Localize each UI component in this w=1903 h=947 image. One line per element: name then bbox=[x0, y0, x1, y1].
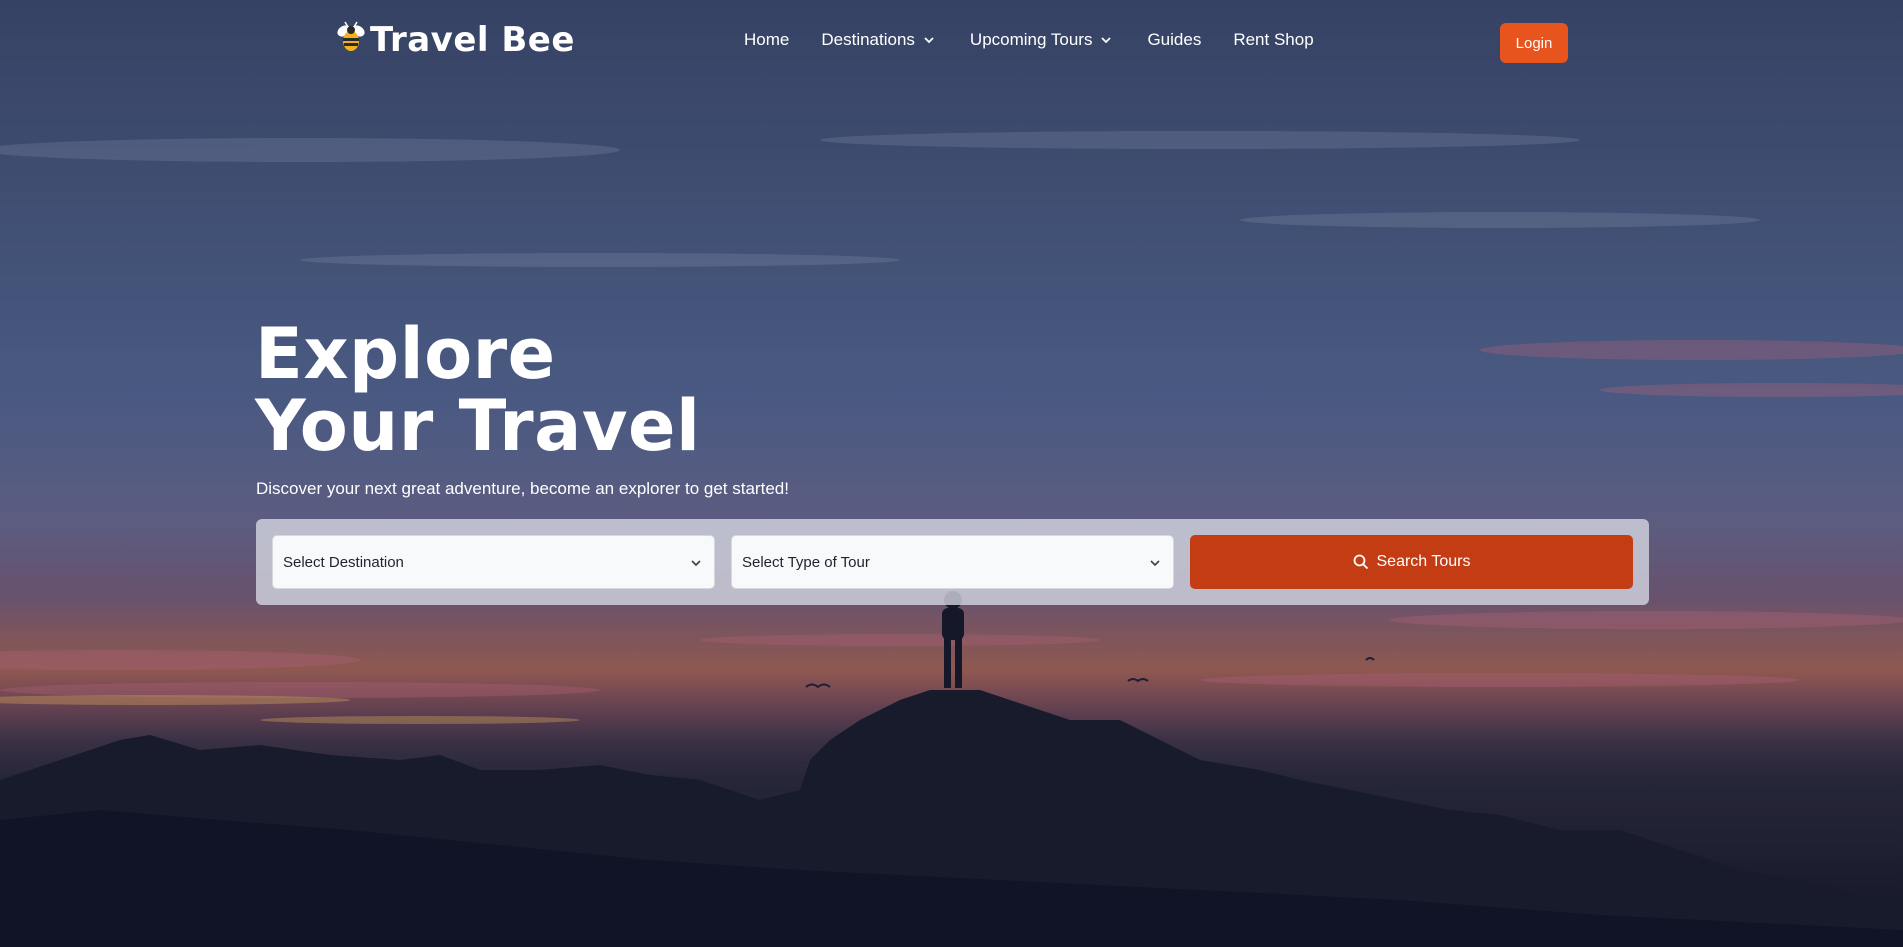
hero-page: Travel Bee Home Destinations Upcoming To… bbox=[0, 0, 1903, 947]
search-tours-button-label: Search Tours bbox=[1376, 553, 1471, 570]
nav-item-destinations[interactable]: Destinations bbox=[821, 30, 935, 50]
chevron-down-icon bbox=[691, 560, 701, 567]
login-button[interactable]: Login bbox=[1500, 23, 1568, 63]
hero-title: Explore Your Travel bbox=[255, 318, 701, 462]
bee-icon bbox=[336, 21, 366, 60]
chevron-down-icon bbox=[1150, 560, 1160, 567]
hero-title-line-1: Explore bbox=[255, 313, 556, 395]
nav-item-label: Destinations bbox=[821, 30, 915, 49]
chevron-down-icon bbox=[1101, 37, 1112, 44]
nav-item-guides[interactable]: Guides bbox=[1147, 30, 1201, 50]
tour-type-select[interactable]: Select Type of Tour bbox=[731, 535, 1174, 589]
hero-title-line-2: Your Travel bbox=[255, 385, 701, 467]
brand-logo[interactable]: Travel Bee bbox=[336, 20, 575, 60]
site-header: Travel Bee Home Destinations Upcoming To… bbox=[0, 0, 1903, 86]
chevron-down-icon bbox=[924, 37, 934, 44]
nav-item-upcoming-tours[interactable]: Upcoming Tours bbox=[970, 30, 1113, 50]
tour-type-select-value: Select Type of Tour bbox=[742, 553, 870, 571]
nav-item-rent-shop[interactable]: Rent Shop bbox=[1233, 30, 1313, 50]
main-nav: Home Destinations Upcoming Tours Guides … bbox=[744, 30, 1314, 50]
hero-subtitle: Discover your next great adventure, beco… bbox=[256, 479, 789, 498]
nav-item-home[interactable]: Home bbox=[744, 30, 789, 50]
tour-search-panel: Select Destination Select Type of Tour S… bbox=[256, 519, 1649, 605]
nav-item-label: Home bbox=[744, 30, 790, 49]
nav-item-label: Rent Shop bbox=[1233, 30, 1314, 49]
search-tours-button[interactable]: Search Tours bbox=[1190, 535, 1633, 589]
destination-select-value: Select Destination bbox=[283, 553, 404, 571]
search-icon bbox=[1353, 554, 1368, 570]
nav-item-label: Upcoming Tours bbox=[969, 30, 1093, 49]
hero-background-image bbox=[0, 0, 1903, 947]
brand-name: Travel Bee bbox=[370, 20, 575, 60]
nav-item-label: Guides bbox=[1147, 30, 1202, 49]
destination-select[interactable]: Select Destination bbox=[272, 535, 715, 589]
